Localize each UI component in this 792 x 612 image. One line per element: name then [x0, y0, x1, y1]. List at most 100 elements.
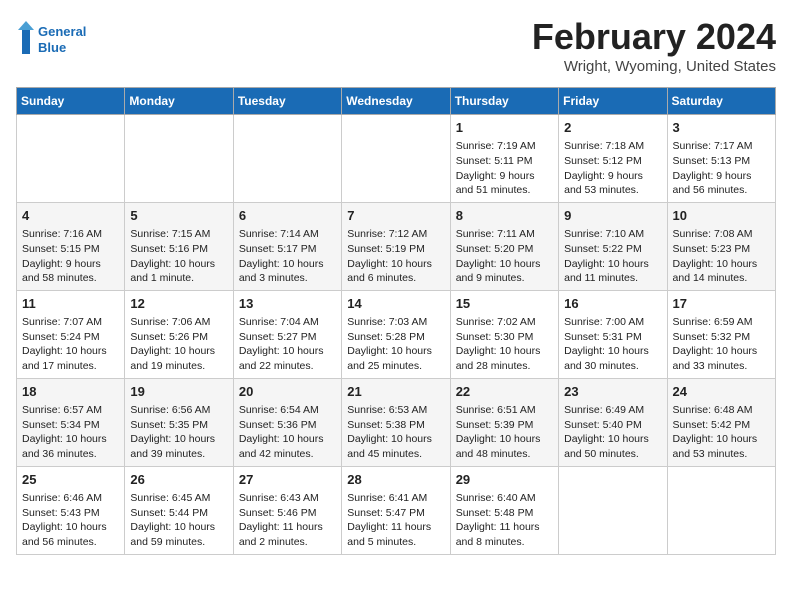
day-number: 9: [564, 207, 661, 225]
day-info: Sunrise: 6:40 AM Sunset: 5:48 PM Dayligh…: [456, 491, 553, 550]
calendar-cell: 5 Sunrise: 7:15 AM Sunset: 5:16 PM Daylig…: [125, 202, 233, 290]
calendar-cell: 24 Sunrise: 6:48 AM Sunset: 5:42 PM Dayli…: [667, 378, 775, 466]
day-info: Sunrise: 6:56 AM Sunset: 5:35 PM Dayligh…: [130, 403, 227, 462]
day-info: Sunrise: 7:10 AM Sunset: 5:22 PM Dayligh…: [564, 227, 661, 286]
day-number: 19: [130, 383, 227, 401]
day-info: Sunrise: 7:12 AM Sunset: 5:19 PM Dayligh…: [347, 227, 444, 286]
calendar-cell: 28 Sunrise: 6:41 AM Sunset: 5:47 PM Dayli…: [342, 466, 450, 554]
day-info: Sunrise: 6:49 AM Sunset: 5:40 PM Dayligh…: [564, 403, 661, 462]
calendar-cell: 6 Sunrise: 7:14 AM Sunset: 5:17 PM Daylig…: [233, 202, 341, 290]
calendar-week-row: 11 Sunrise: 7:07 AM Sunset: 5:24 PM Dayli…: [17, 290, 776, 378]
day-number: 15: [456, 295, 553, 313]
day-number: 11: [22, 295, 119, 313]
day-number: 27: [239, 471, 336, 489]
calendar-cell: 26 Sunrise: 6:45 AM Sunset: 5:44 PM Dayli…: [125, 466, 233, 554]
weekday-header-thursday: Thursday: [450, 88, 558, 115]
day-info: Sunrise: 6:41 AM Sunset: 5:47 PM Dayligh…: [347, 491, 444, 550]
calendar-cell: 11 Sunrise: 7:07 AM Sunset: 5:24 PM Dayli…: [17, 290, 125, 378]
calendar-cell: 9 Sunrise: 7:10 AM Sunset: 5:22 PM Daylig…: [559, 202, 667, 290]
calendar-week-row: 1 Sunrise: 7:19 AM Sunset: 5:11 PM Daylig…: [17, 115, 776, 203]
day-info: Sunrise: 6:59 AM Sunset: 5:32 PM Dayligh…: [673, 315, 770, 374]
weekday-header-sunday: Sunday: [17, 88, 125, 115]
day-info: Sunrise: 7:18 AM Sunset: 5:12 PM Dayligh…: [564, 139, 661, 198]
day-info: Sunrise: 6:54 AM Sunset: 5:36 PM Dayligh…: [239, 403, 336, 462]
calendar-week-row: 4Sunrise: 7:16 AM Sunset: 5:15 PM Daylig…: [17, 202, 776, 290]
day-info: Sunrise: 7:15 AM Sunset: 5:16 PM Dayligh…: [130, 227, 227, 286]
calendar-header-row: SundayMondayTuesdayWednesdayThursdayFrid…: [17, 88, 776, 115]
calendar-cell: 3 Sunrise: 7:17 AM Sunset: 5:13 PM Daylig…: [667, 115, 775, 203]
day-info: Sunrise: 7:14 AM Sunset: 5:17 PM Dayligh…: [239, 227, 336, 286]
day-number: 13: [239, 295, 336, 313]
logo-svg: GeneralBlue: [16, 16, 86, 61]
month-title: February 2024: [532, 16, 776, 58]
weekday-header-friday: Friday: [559, 88, 667, 115]
day-info: Sunrise: 6:43 AM Sunset: 5:46 PM Dayligh…: [239, 491, 336, 550]
calendar-cell: 1 Sunrise: 7:19 AM Sunset: 5:11 PM Daylig…: [450, 115, 558, 203]
calendar-cell: 25Sunrise: 6:46 AM Sunset: 5:43 PM Dayli…: [17, 466, 125, 554]
calendar-cell: 21Sunrise: 6:53 AM Sunset: 5:38 PM Dayli…: [342, 378, 450, 466]
calendar-cell: [342, 115, 450, 203]
calendar-cell: [667, 466, 775, 554]
calendar-cell: 7 Sunrise: 7:12 AM Sunset: 5:19 PM Daylig…: [342, 202, 450, 290]
day-number: 10: [673, 207, 770, 225]
day-number: 29: [456, 471, 553, 489]
day-number: 8: [456, 207, 553, 225]
weekday-header-tuesday: Tuesday: [233, 88, 341, 115]
calendar-table: SundayMondayTuesdayWednesdayThursdayFrid…: [16, 87, 776, 555]
day-info: Sunrise: 6:45 AM Sunset: 5:44 PM Dayligh…: [130, 491, 227, 550]
calendar-cell: [233, 115, 341, 203]
calendar-cell: 16Sunrise: 7:00 AM Sunset: 5:31 PM Dayli…: [559, 290, 667, 378]
weekday-header-wednesday: Wednesday: [342, 88, 450, 115]
day-info: Sunrise: 7:19 AM Sunset: 5:11 PM Dayligh…: [456, 139, 553, 198]
day-number: 17: [673, 295, 770, 313]
day-number: 12: [130, 295, 227, 313]
calendar-cell: 29 Sunrise: 6:40 AM Sunset: 5:48 PM Dayli…: [450, 466, 558, 554]
day-number: 16: [564, 295, 661, 313]
day-number: 23: [564, 383, 661, 401]
day-info: Sunrise: 6:48 AM Sunset: 5:42 PM Dayligh…: [673, 403, 770, 462]
day-number: 1: [456, 119, 553, 137]
calendar-cell: 4Sunrise: 7:16 AM Sunset: 5:15 PM Daylig…: [17, 202, 125, 290]
day-info: Sunrise: 7:04 AM Sunset: 5:27 PM Dayligh…: [239, 315, 336, 374]
day-number: 20: [239, 383, 336, 401]
day-number: 7: [347, 207, 444, 225]
calendar-cell: 14Sunrise: 7:03 AM Sunset: 5:28 PM Dayli…: [342, 290, 450, 378]
day-number: 24: [673, 383, 770, 401]
calendar-cell: 13 Sunrise: 7:04 AM Sunset: 5:27 PM Dayli…: [233, 290, 341, 378]
day-number: 6: [239, 207, 336, 225]
day-number: 28: [347, 471, 444, 489]
day-info: Sunrise: 7:02 AM Sunset: 5:30 PM Dayligh…: [456, 315, 553, 374]
calendar-week-row: 18 Sunrise: 6:57 AM Sunset: 5:34 PM Dayli…: [17, 378, 776, 466]
day-number: 5: [130, 207, 227, 225]
day-info: Sunrise: 7:06 AM Sunset: 5:26 PM Dayligh…: [130, 315, 227, 374]
day-info: Sunrise: 6:51 AM Sunset: 5:39 PM Dayligh…: [456, 403, 553, 462]
calendar-cell: [17, 115, 125, 203]
calendar-cell: 23 Sunrise: 6:49 AM Sunset: 5:40 PM Dayli…: [559, 378, 667, 466]
weekday-header-saturday: Saturday: [667, 88, 775, 115]
day-info: Sunrise: 7:07 AM Sunset: 5:24 PM Dayligh…: [22, 315, 119, 374]
day-number: 3: [673, 119, 770, 137]
calendar-cell: 2Sunrise: 7:18 AM Sunset: 5:12 PM Daylig…: [559, 115, 667, 203]
svg-text:General: General: [38, 24, 86, 39]
day-info: Sunrise: 7:17 AM Sunset: 5:13 PM Dayligh…: [673, 139, 770, 198]
page-header: GeneralBlue February 2024 Wright, Wyomin…: [16, 16, 776, 75]
day-number: 21: [347, 383, 444, 401]
day-info: Sunrise: 6:46 AM Sunset: 5:43 PM Dayligh…: [22, 491, 119, 550]
day-info: Sunrise: 6:57 AM Sunset: 5:34 PM Dayligh…: [22, 403, 119, 462]
calendar-cell: 18 Sunrise: 6:57 AM Sunset: 5:34 PM Dayli…: [17, 378, 125, 466]
calendar-cell: [125, 115, 233, 203]
day-number: 4: [22, 207, 119, 225]
calendar-cell: 20 Sunrise: 6:54 AM Sunset: 5:36 PM Dayli…: [233, 378, 341, 466]
day-number: 18: [22, 383, 119, 401]
weekday-header-monday: Monday: [125, 88, 233, 115]
calendar-cell: 27 Sunrise: 6:43 AM Sunset: 5:46 PM Dayli…: [233, 466, 341, 554]
calendar-cell: 19 Sunrise: 6:56 AM Sunset: 5:35 PM Dayli…: [125, 378, 233, 466]
day-number: 22: [456, 383, 553, 401]
calendar-cell: 8Sunrise: 7:11 AM Sunset: 5:20 PM Daylig…: [450, 202, 558, 290]
logo: GeneralBlue: [16, 16, 86, 61]
calendar-week-row: 25Sunrise: 6:46 AM Sunset: 5:43 PM Dayli…: [17, 466, 776, 554]
title-block: February 2024 Wright, Wyoming, United St…: [532, 16, 776, 75]
calendar-cell: 15 Sunrise: 7:02 AM Sunset: 5:30 PM Dayli…: [450, 290, 558, 378]
calendar-cell: 17 Sunrise: 6:59 AM Sunset: 5:32 PM Dayli…: [667, 290, 775, 378]
day-number: 26: [130, 471, 227, 489]
